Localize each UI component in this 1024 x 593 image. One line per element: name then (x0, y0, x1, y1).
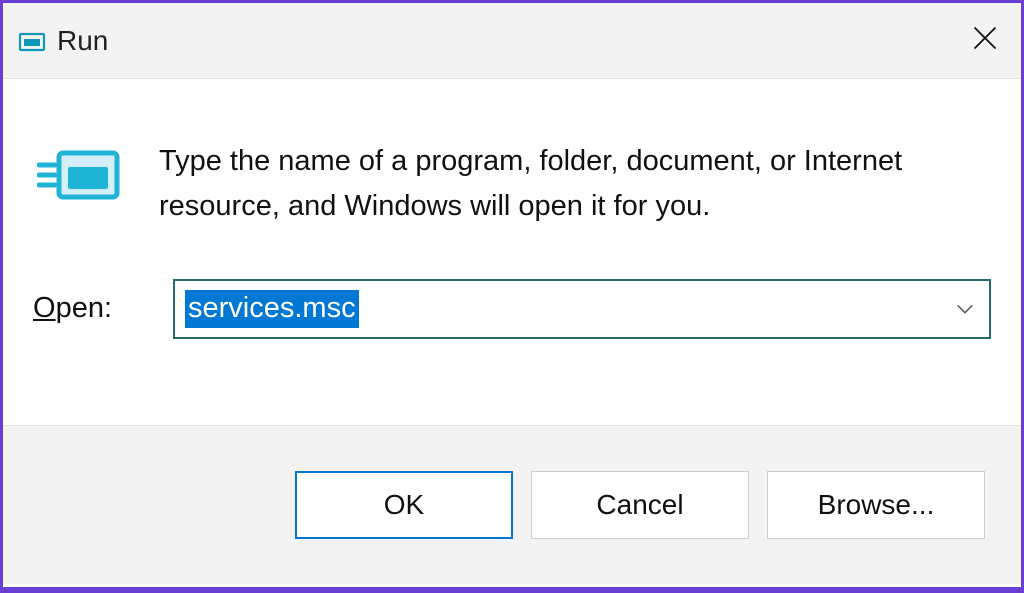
close-icon (971, 24, 999, 57)
open-input-value[interactable]: services.msc (185, 290, 359, 328)
chevron-down-icon[interactable] (953, 297, 977, 321)
browse-button-label: Browse... (818, 489, 935, 521)
title-bar: Run (3, 3, 1021, 79)
run-dialog-window: Run Type the name of a progr (0, 0, 1024, 593)
cancel-button[interactable]: Cancel (531, 471, 749, 539)
close-button[interactable] (961, 17, 1009, 65)
ok-button[interactable]: OK (295, 471, 513, 539)
run-large-icon (37, 147, 123, 203)
ok-button-label: OK (384, 489, 424, 521)
open-combobox[interactable]: services.msc (173, 279, 991, 339)
open-label: Open: (33, 292, 173, 325)
cancel-button-label: Cancel (596, 489, 683, 521)
description-text: Type the name of a program, folder, docu… (159, 139, 991, 229)
run-small-icon (17, 26, 47, 56)
button-bar: OK Cancel Browse... (3, 425, 1021, 584)
window-title: Run (57, 25, 961, 57)
dialog-body: Type the name of a program, folder, docu… (3, 79, 1021, 425)
browse-button[interactable]: Browse... (767, 471, 985, 539)
